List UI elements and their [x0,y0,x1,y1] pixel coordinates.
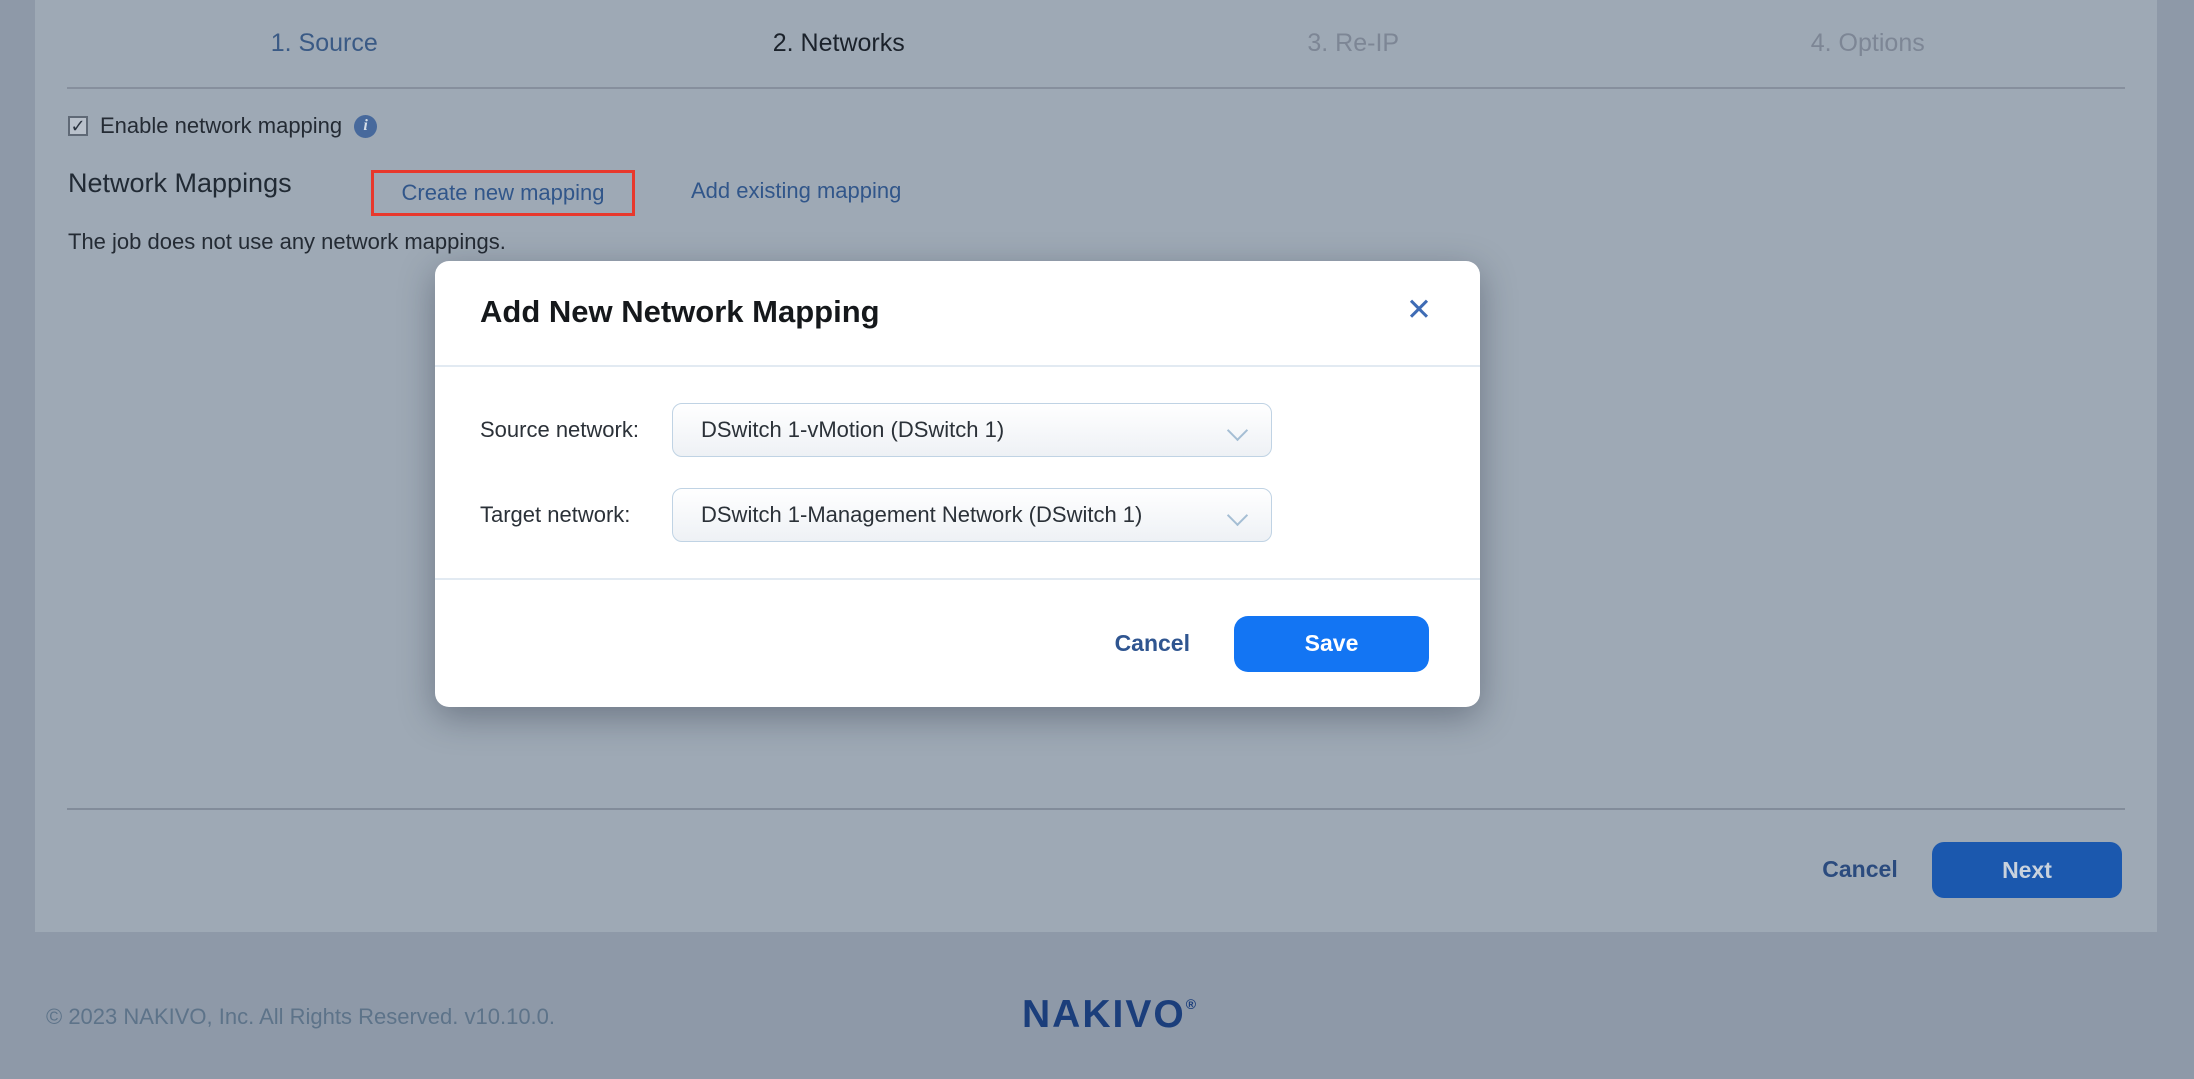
target-network-row: Target network: DSwitch 1-Management Net… [435,488,1480,542]
save-button[interactable]: Save [1234,616,1429,672]
wizard-steps: 1. Source 2. Networks 3. Re-IP 4. Option… [67,0,2125,89]
info-icon[interactable]: i [354,115,377,138]
page-title: Network Mappings [68,168,292,199]
empty-mappings-text: The job does not use any network mapping… [68,229,506,255]
source-network-select[interactable]: DSwitch 1-vMotion (DSwitch 1) [672,403,1272,457]
wizard-cancel-button[interactable]: Cancel [1805,856,1915,883]
close-icon[interactable]: ✕ [1406,292,1432,328]
dialog-footer: Cancel Save [435,578,1480,707]
footer-divider [67,808,2125,810]
chevron-down-icon [1227,420,1248,441]
target-network-select[interactable]: DSwitch 1-Management Network (DSwitch 1) [672,488,1272,542]
copyright-text: © 2023 NAKIVO, Inc. All Rights Reserved.… [46,1004,555,1030]
dialog-cancel-button[interactable]: Cancel [1115,630,1190,657]
nakivo-logo: NAKIVO® [1022,993,1196,1037]
enable-network-mapping-checkbox[interactable]: ✓ [68,116,88,136]
nakivo-logo-text: NAKIVO [1022,993,1186,1036]
wizard-next-button[interactable]: Next [1932,842,2122,898]
chevron-down-icon [1227,505,1248,526]
registered-mark: ® [1186,996,1196,1012]
add-existing-mapping-link[interactable]: Add existing mapping [691,178,901,204]
target-network-value: DSwitch 1-Management Network (DSwitch 1) [701,502,1142,528]
target-network-label: Target network: [480,488,630,542]
step-re-ip[interactable]: 3. Re-IP [1096,29,1611,58]
step-options[interactable]: 4. Options [1611,29,2126,58]
add-network-mapping-dialog: Add New Network Mapping ✕ Source network… [435,261,1480,707]
source-network-row: Source network: DSwitch 1-vMotion (DSwit… [435,403,1480,457]
source-network-label: Source network: [480,403,639,457]
app-screen: 1. Source 2. Networks 3. Re-IP 4. Option… [0,0,2194,1079]
enable-network-mapping-label: Enable network mapping [100,113,342,139]
create-new-mapping-link[interactable]: Create new mapping [401,180,604,206]
dialog-title: Add New Network Mapping [480,294,880,330]
dialog-body: Source network: DSwitch 1-vMotion (DSwit… [435,367,1480,578]
highlight-box: Create new mapping [371,170,635,216]
step-source[interactable]: 1. Source [67,29,582,58]
dialog-header: Add New Network Mapping ✕ [435,261,1480,367]
enable-network-mapping-row: ✓ Enable network mapping i [68,113,377,139]
step-networks[interactable]: 2. Networks [582,29,1097,58]
source-network-value: DSwitch 1-vMotion (DSwitch 1) [701,417,1004,443]
